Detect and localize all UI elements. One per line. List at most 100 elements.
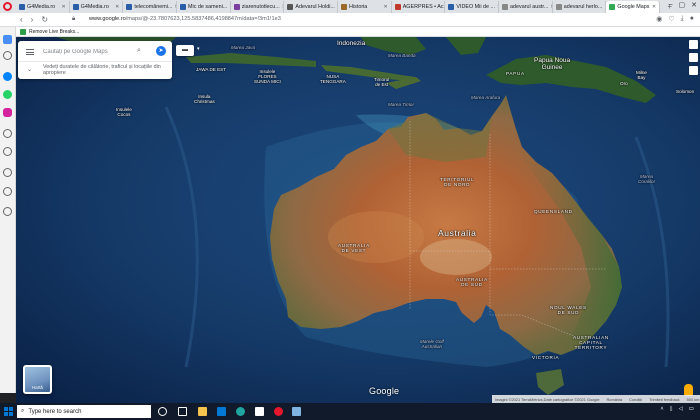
opera-taskbar-icon[interactable] (274, 407, 283, 416)
profile-icon[interactable]: ● (690, 15, 694, 23)
browser-tab[interactable]: AGERPRES • Ac...✕ (392, 1, 446, 13)
task-view-icon[interactable] (178, 407, 187, 416)
forward-icon[interactable]: › (31, 15, 34, 25)
label-insulele-cocos[interactable]: Insulele Cocos (116, 107, 132, 117)
label-australian-capital-territory[interactable]: AUSTRALIAN CAPITAL TERRITORY (573, 335, 609, 350)
browser-tab[interactable]: VIDEO Mii de ...✕ (445, 1, 500, 13)
cortana-icon[interactable] (158, 407, 167, 416)
maps-search-input[interactable] (43, 46, 138, 58)
camera-icon[interactable]: ◉ (656, 15, 662, 23)
volume-icon[interactable]: ◁ (679, 406, 683, 412)
browser-tab[interactable]: ziarenutotlecu...✕ (231, 1, 285, 13)
browser-tab[interactable]: Mic de sameni...✕ (177, 1, 231, 13)
network-icon[interactable]: ▯ (670, 406, 673, 412)
browser-tab[interactable]: Historia ✕ (338, 1, 392, 13)
url-field[interactable]: www.google.ro/maps/@-23.7807623,125.5837… (89, 16, 281, 22)
label-papua-province[interactable]: PAPUA (506, 71, 525, 76)
directions-icon[interactable]: ➤ (156, 46, 166, 56)
label-papua-noua-guinee[interactable]: Papua Noua Guinee (534, 57, 570, 71)
close-window-icon[interactable]: ✕ (691, 1, 697, 9)
label-australia-de-vest[interactable]: AUSTRALIA DE VEST (338, 243, 370, 253)
label-marea-coralilor: Marea Coralilor (638, 174, 656, 184)
chip-chevron-down-icon[interactable]: ▾ (197, 46, 200, 52)
label-solomon[interactable]: Solomon (676, 89, 694, 94)
chevron-up-icon[interactable]: ˄ (660, 406, 663, 412)
close-tab-icon[interactable]: ✕ (115, 4, 119, 10)
tab-label: VIDEO Mii de ... (456, 4, 496, 10)
zoom-out-icon[interactable] (689, 66, 698, 75)
label-queensland[interactable]: QUEENSLAND (534, 209, 573, 214)
layers-label: Hartă (32, 385, 43, 390)
label-australia[interactable]: Australia (438, 229, 476, 238)
tab-label: Historia (349, 4, 368, 10)
search-divider (18, 61, 172, 62)
browser-tab[interactable]: telecomănemi...✕ (123, 1, 178, 13)
label-jawa-de-est[interactable]: JAWA DE EST (196, 67, 226, 72)
opera-logo-icon[interactable] (3, 2, 12, 11)
historia-icon (341, 4, 348, 10)
label-nusa-tenggara[interactable]: NUSA TENGGARA (320, 74, 346, 84)
attribution-item[interactable]: Condiții (629, 397, 642, 402)
attribution-item[interactable]: 500 km (687, 397, 700, 402)
history-sidebar-icon[interactable] (3, 147, 12, 156)
label-teritoriul-de-nord[interactable]: TERITORIUL DE NORD (440, 177, 474, 187)
browser-tab[interactable]: Google Maps ✕ (606, 1, 661, 13)
close-tab-icon[interactable]: ✕ (652, 4, 656, 10)
store-icon[interactable] (217, 407, 226, 416)
minimize-icon[interactable]: – (669, 1, 673, 9)
close-tab-icon[interactable]: ✕ (61, 4, 65, 10)
back-icon[interactable]: ‹ (20, 15, 23, 25)
clock-icon[interactable] (3, 187, 12, 196)
label-flores[interactable]: Insulele FLORES SUNDA MICI (254, 69, 281, 84)
label-timorul-de-est[interactable]: Timorul de Est (374, 77, 389, 87)
browser-tab[interactable]: adevarul herlo...✕ (553, 1, 607, 13)
taskbar-search-box[interactable]: ⌕ Type here to search (17, 405, 151, 418)
file-explorer-icon[interactable] (198, 407, 207, 416)
photos-icon[interactable] (292, 407, 301, 416)
search-icon[interactable]: ⌕ (137, 47, 141, 55)
zoom-in-icon[interactable] (689, 53, 698, 62)
whatsapp-icon[interactable] (3, 90, 12, 99)
browser-tab[interactable]: adevarul austr...✕ (499, 1, 553, 13)
close-tab-icon[interactable]: ✕ (384, 4, 388, 10)
windows-start-icon[interactable] (4, 407, 13, 416)
notification-icon[interactable]: ▭ (689, 406, 694, 412)
edge-icon[interactable] (236, 407, 245, 416)
bookmark-favicon-icon (20, 28, 26, 35)
label-australia-de-sud[interactable]: AUSTRALIA DE SUD (456, 277, 488, 287)
notepad-icon[interactable] (255, 407, 264, 416)
browser-tab[interactable]: Adevarul Holdi...✕ (284, 1, 339, 13)
settings-icon[interactable] (3, 207, 12, 216)
bookmarks-icon[interactable] (3, 51, 12, 60)
browser-tab[interactable]: G4Media.ro ✕ (16, 1, 70, 13)
chevron-down-icon[interactable]: ⌄ (27, 66, 32, 73)
label-indonesia[interactable]: Indonezia (337, 40, 365, 47)
reload-icon[interactable]: ↻ (41, 15, 48, 25)
attribution-item[interactable]: România (607, 397, 623, 402)
my-flow-icon[interactable] (3, 129, 12, 138)
satellite-map[interactable]: Australia Indonezia Papua Noua Guinee Ti… (16, 37, 700, 403)
news-icon[interactable] (3, 168, 12, 177)
location-icon[interactable] (689, 40, 698, 49)
hamburger-menu-icon[interactable] (26, 49, 34, 55)
nearby-hint[interactable]: Vedeți duratele de călătorie, traficul ș… (43, 64, 163, 76)
label-milne-bay[interactable]: Milne Bay (636, 70, 647, 80)
bookmark-heart-icon[interactable]: ♡ (668, 15, 674, 23)
browser-tab[interactable]: G4Media.ro ✕ (70, 1, 124, 13)
label-oro[interactable]: Oro (620, 81, 628, 86)
layers-toggle-button[interactable]: Hartă (23, 365, 52, 394)
download-icon[interactable]: ⤓ (681, 15, 684, 23)
document-icon (502, 4, 509, 10)
instagram-icon[interactable] (3, 108, 12, 117)
maximize-icon[interactable]: ▢ (679, 1, 686, 9)
label-insula-christmas[interactable]: Insula Christmas (194, 94, 215, 104)
label-victoria[interactable]: VICTORIA (532, 355, 559, 360)
video-icon (448, 4, 455, 10)
messenger-icon[interactable] (3, 72, 12, 81)
bookmark-item[interactable]: Remove Live Breaks... (29, 29, 79, 35)
label-noul-wales-de-sud[interactable]: NOUL WALES DE SUD (550, 305, 587, 315)
news-icon (126, 4, 133, 10)
attribution-item[interactable]: Trimiteți feedback (649, 397, 680, 402)
speed-dial-icon[interactable] (3, 35, 12, 44)
category-chip-icon[interactable]: ▬ (176, 45, 194, 56)
